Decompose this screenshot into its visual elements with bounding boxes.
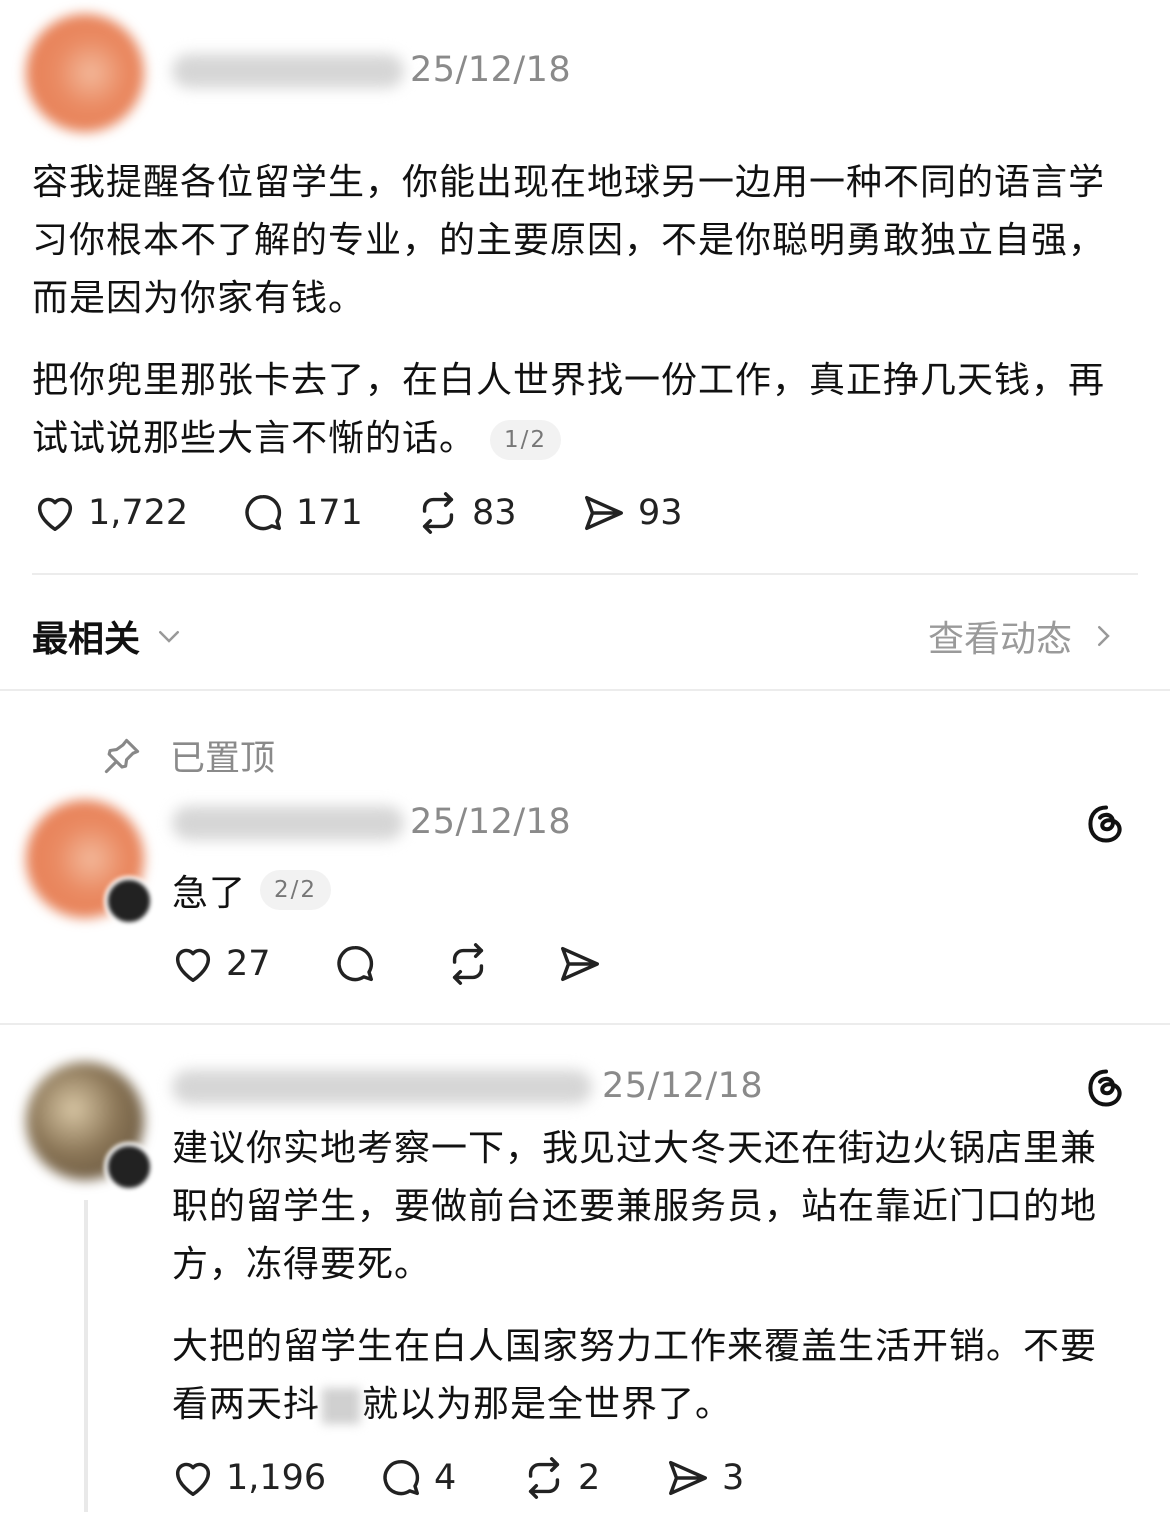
repost-button[interactable] bbox=[444, 941, 492, 987]
send-icon bbox=[669, 1460, 707, 1496]
avatar[interactable] bbox=[26, 14, 144, 132]
reply-date: 25/12/18 bbox=[410, 802, 572, 842]
follow-badge[interactable] bbox=[104, 1142, 154, 1192]
like-button[interactable]: 1,196 bbox=[170, 1455, 326, 1501]
view-activity-label: 查看动态 bbox=[928, 619, 1073, 660]
like-count: 27 bbox=[226, 944, 271, 984]
share-count: 93 bbox=[638, 493, 683, 533]
page-pill: 2/2 bbox=[260, 870, 332, 910]
threads-logo-icon[interactable] bbox=[1084, 802, 1128, 846]
share-button[interactable]: 3 bbox=[664, 1455, 744, 1501]
comment-button[interactable] bbox=[332, 941, 378, 987]
repost-icon bbox=[528, 1457, 560, 1499]
repost-count: 2 bbox=[578, 1458, 601, 1498]
heart-icon bbox=[37, 497, 73, 532]
divider bbox=[32, 573, 1138, 575]
reply-paragraph-1: 建议你实地考察一下，我见过大冬天还在街边火锅店里兼职的留学生，要做前台还要兼服务… bbox=[172, 1128, 1098, 1285]
comment-count: 171 bbox=[296, 493, 363, 533]
repost-icon bbox=[422, 492, 454, 534]
pin-icon bbox=[104, 738, 140, 773]
reply-paragraph-2: 大把的留学生在白人国家努力工作来覆盖生活开销。不要看两天抖 就以为那是全世界了。 bbox=[172, 1318, 1128, 1434]
comment-button[interactable]: 4 bbox=[378, 1455, 456, 1501]
username-blurred[interactable] bbox=[172, 806, 404, 840]
reply-date: 25/12/18 bbox=[602, 1066, 764, 1106]
send-icon bbox=[561, 946, 599, 982]
like-count: 1,722 bbox=[88, 493, 189, 533]
username-blurred[interactable] bbox=[172, 1070, 592, 1104]
sort-dropdown[interactable]: 最相关 bbox=[32, 610, 184, 662]
share-button[interactable] bbox=[556, 941, 604, 987]
divider bbox=[0, 1023, 1170, 1025]
heart-icon bbox=[175, 948, 211, 983]
sort-label: 最相关 bbox=[32, 619, 141, 660]
comment-bubble-icon bbox=[383, 1459, 420, 1496]
repost-icon bbox=[452, 943, 484, 985]
threads-logo-icon[interactable] bbox=[1084, 1066, 1128, 1110]
post-date: 25/12/18 bbox=[410, 50, 572, 90]
divider bbox=[0, 689, 1170, 691]
pinned-indicator: 已置顶 bbox=[100, 730, 275, 781]
pinned-label: 已置顶 bbox=[170, 739, 276, 779]
like-button[interactable]: 27 bbox=[170, 941, 271, 987]
reply-text: 建议你实地考察一下，我见过大冬天还在街边火锅店里兼职的留学生，要做前台还要兼服务… bbox=[172, 1120, 1128, 1434]
post-paragraph-2: 把你兜里那张卡去了，在白人世界找一份工作，真正挣几天钱，再试试说那些大言不惭的话… bbox=[32, 352, 1122, 468]
repost-count: 83 bbox=[472, 493, 517, 533]
share-button[interactable]: 93 bbox=[580, 490, 683, 536]
repost-button[interactable]: 2 bbox=[520, 1455, 600, 1501]
comment-bubble-icon bbox=[245, 494, 282, 531]
chevron-right-icon bbox=[1098, 626, 1110, 646]
repost-button[interactable]: 83 bbox=[414, 490, 517, 536]
like-button[interactable]: 1,722 bbox=[32, 490, 188, 536]
page-pill: 1/2 bbox=[490, 420, 562, 460]
post-paragraph-2-text: 把你兜里那张卡去了，在白人世界找一份工作，真正挣几天钱，再试试说那些大言不惭的话… bbox=[32, 360, 1106, 459]
censored-blur bbox=[322, 1388, 361, 1424]
send-icon bbox=[585, 495, 623, 531]
post-text: 容我提醒各位留学生，你能出现在地球另一边用一种不同的语言学习你根本不了解的专业，… bbox=[32, 154, 1122, 468]
username-blurred[interactable] bbox=[172, 54, 404, 88]
thread-line bbox=[84, 1200, 88, 1512]
comment-bubble-icon bbox=[337, 945, 374, 982]
post-paragraph-1: 容我提醒各位留学生，你能出现在地球另一边用一种不同的语言学习你根本不了解的专业，… bbox=[32, 162, 1106, 319]
like-count: 1,196 bbox=[226, 1458, 327, 1498]
chevron-down-icon bbox=[159, 631, 180, 643]
comment-count: 4 bbox=[434, 1458, 457, 1498]
follow-badge[interactable] bbox=[104, 876, 154, 926]
share-count: 3 bbox=[722, 1458, 745, 1498]
reply-text: 急了 2/2 bbox=[172, 864, 332, 916]
reply-paragraph-2b: 就以为那是全世界了。 bbox=[362, 1384, 733, 1425]
heart-icon bbox=[175, 1462, 211, 1497]
view-activity-link[interactable]: 查看动态 bbox=[928, 610, 1118, 662]
comment-button[interactable]: 171 bbox=[240, 490, 363, 536]
reply-text-content: 急了 bbox=[172, 873, 247, 914]
